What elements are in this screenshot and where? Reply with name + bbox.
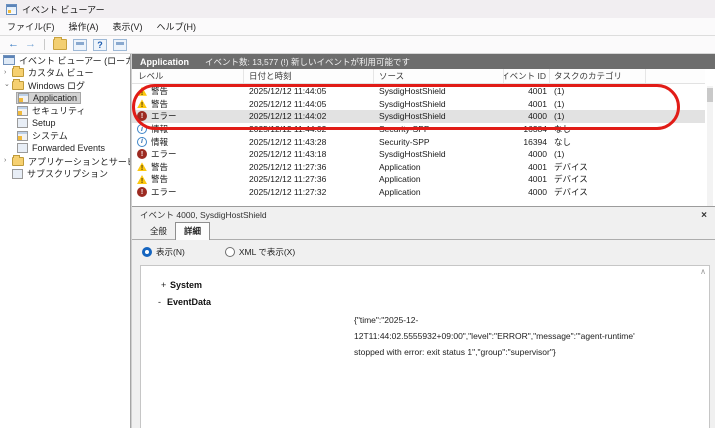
- sidebar-item-windows-logs[interactable]: ⌄ Windows ログ: [0, 79, 130, 92]
- event-log-icon: [17, 118, 28, 128]
- sidebar-item-custom-views[interactable]: › カスタム ビュー: [0, 67, 130, 80]
- sidebar-item-apps-services-logs[interactable]: › アプリケーションとサービス ログ: [0, 155, 130, 168]
- warning-icon: [137, 162, 147, 171]
- event-row[interactable]: 情報 2025/12/12 11:44:02 Security-SPP 1638…: [132, 123, 705, 136]
- radio-selected-icon: [142, 247, 152, 257]
- console-tree: イベント ビューアー (ローカル) › カスタム ビュー ⌄ Windows ロ…: [0, 54, 130, 428]
- event-row-selected[interactable]: エラー 2025/12/12 11:44:02 SysdigHostShield…: [132, 110, 705, 123]
- event-row[interactable]: 警告 2025/12/12 11:44:05 SysdigHostShield …: [132, 85, 705, 98]
- node-eventdata[interactable]: - EventData: [158, 297, 211, 307]
- event-row[interactable]: 情報 2025/12/12 11:43:28 Security-SPP 1639…: [132, 135, 705, 148]
- sidebar-item-subscriptions[interactable]: サブスクリプション: [0, 167, 130, 180]
- tab-general[interactable]: 全般: [142, 223, 175, 239]
- sidebar-item-system[interactable]: システム: [0, 130, 130, 143]
- event-data-json: {"time":"2025-12-12T11:44:02.5555932+09:…: [354, 312, 654, 360]
- warning-icon: [137, 99, 147, 108]
- event-table: 警告 2025/12/12 11:44:05 SysdigHostShield …: [132, 85, 705, 198]
- sidebar-item-security[interactable]: セキュリティ: [0, 104, 130, 117]
- error-icon: [137, 111, 147, 121]
- warning-icon: [137, 87, 147, 96]
- subscriptions-icon: [12, 169, 23, 179]
- radio-xml-view[interactable]: XML で表示(X): [225, 246, 295, 258]
- help-icon[interactable]: ?: [93, 39, 107, 51]
- sidebar-item-application[interactable]: Application: [0, 92, 130, 105]
- folder-icon: [12, 81, 24, 90]
- sort-ascending-icon: ˆ: [306, 69, 309, 76]
- column-header-task-category[interactable]: タスクのカテゴリ: [550, 69, 646, 83]
- info-icon: [137, 137, 147, 147]
- sidebar-item-forwarded-events[interactable]: Forwarded Events: [0, 142, 130, 155]
- console-window-icon[interactable]: [73, 39, 87, 51]
- menu-file[interactable]: ファイル(F): [7, 20, 55, 33]
- event-viewer-window: イベント ビューアー ファイル(F) 操作(A) 表示(V) ヘルプ(H) ← …: [0, 0, 715, 428]
- event-list-scrollbar[interactable]: [707, 86, 713, 206]
- tab-details[interactable]: 詳細: [175, 222, 210, 240]
- folder-icon: [12, 68, 24, 77]
- chevron-down-icon[interactable]: ⌄: [4, 81, 12, 89]
- sidebar-item-setup[interactable]: Setup: [0, 117, 130, 130]
- event-list-panel: Application イベント数: 13,577 (!) 新しいイベントが利用…: [132, 54, 715, 428]
- forward-arrow-icon[interactable]: →: [25, 39, 36, 50]
- selected-tree-item-highlight: Application: [16, 92, 81, 104]
- event-log-icon: [17, 131, 28, 141]
- menu-help[interactable]: ヘルプ(H): [157, 20, 197, 33]
- error-icon: [137, 149, 147, 159]
- event-detail-pane: イベント 4000, SysdigHostShield × 全般 詳細 表示(N…: [132, 206, 715, 428]
- radio-unselected-icon: [225, 247, 235, 257]
- show-console-tree-icon[interactable]: [53, 39, 67, 50]
- folder-icon: [12, 157, 24, 166]
- event-log-icon: [17, 143, 28, 153]
- column-header-datetime[interactable]: ˆ 日付と時刻: [244, 69, 374, 83]
- event-row[interactable]: 警告 2025/12/12 11:44:05 SysdigHostShield …: [132, 98, 705, 111]
- detail-content-box: ∧ + System - EventData {"time":"2025-12-…: [140, 265, 710, 428]
- chevron-right-icon[interactable]: ›: [4, 157, 12, 165]
- event-count-summary: イベント数: 13,577 (!) 新しいイベントが利用可能です: [205, 56, 410, 68]
- log-header-bar: Application イベント数: 13,577 (!) 新しいイベントが利用…: [132, 54, 715, 69]
- event-viewer-app-icon: [6, 4, 17, 15]
- info-icon: [137, 124, 147, 134]
- show-action-pane-icon[interactable]: [113, 39, 127, 51]
- log-name: Application: [140, 57, 189, 67]
- event-row[interactable]: エラー 2025/12/12 11:43:18 SysdigHostShield…: [132, 148, 705, 161]
- event-log-icon: [18, 93, 29, 103]
- close-icon[interactable]: ×: [701, 210, 707, 221]
- scrollbar-thumb[interactable]: [707, 88, 713, 102]
- radio-friendly-view[interactable]: 表示(N): [142, 246, 185, 258]
- error-icon: [137, 187, 147, 197]
- event-row[interactable]: エラー 2025/12/12 11:27:32 Application 4000…: [132, 186, 705, 199]
- event-viewer-root-icon: [3, 55, 15, 65]
- detail-header: イベント 4000, SysdigHostShield ×: [132, 207, 715, 223]
- column-header-level[interactable]: レベル: [132, 69, 244, 83]
- toolbar: ← → ?: [0, 36, 715, 54]
- title-bar: イベント ビューアー: [0, 0, 715, 18]
- window-title: イベント ビューアー: [22, 3, 105, 16]
- menu-bar: ファイル(F) 操作(A) 表示(V) ヘルプ(H): [0, 18, 715, 36]
- column-header-event-id[interactable]: イベント ID: [504, 69, 550, 83]
- menu-action[interactable]: 操作(A): [69, 20, 99, 33]
- sidebar-item-root[interactable]: イベント ビューアー (ローカル): [0, 54, 130, 67]
- warning-icon: [137, 175, 147, 184]
- detail-title: イベント 4000, SysdigHostShield: [140, 209, 267, 221]
- column-header-row: レベル ˆ 日付と時刻 ソース イベント ID タスクのカテゴリ: [132, 69, 705, 84]
- column-header-source[interactable]: ソース: [374, 69, 504, 83]
- menu-view[interactable]: 表示(V): [113, 20, 143, 33]
- detail-view-options: 表示(N) XML で表示(X): [132, 240, 715, 264]
- expand-plus-icon[interactable]: +: [161, 280, 170, 290]
- node-system[interactable]: + System: [161, 280, 202, 290]
- event-row[interactable]: 警告 2025/12/12 11:27:36 Application 4001 …: [132, 173, 705, 186]
- chevron-right-icon[interactable]: ›: [4, 69, 12, 77]
- detail-tabs: 全般 詳細: [132, 223, 715, 240]
- scroll-up-icon[interactable]: ∧: [700, 267, 706, 276]
- collapse-minus-icon[interactable]: -: [158, 297, 167, 307]
- event-row[interactable]: 警告 2025/12/12 11:27:36 Application 4001 …: [132, 161, 705, 174]
- event-log-icon: [17, 106, 28, 116]
- toolbar-separator: [44, 39, 45, 50]
- back-arrow-icon[interactable]: ←: [8, 39, 19, 50]
